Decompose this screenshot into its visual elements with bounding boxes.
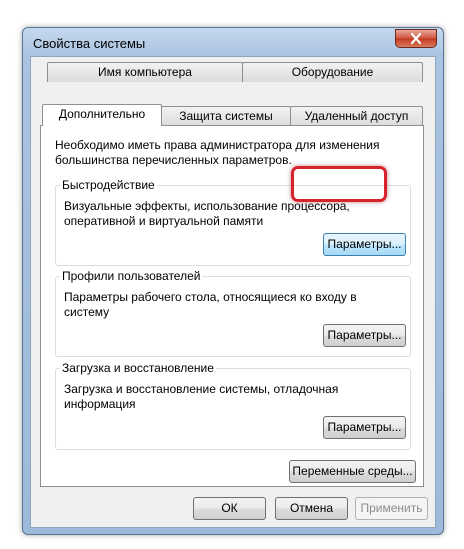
- ok-button[interactable]: ОК: [193, 497, 266, 520]
- advanced-tab-panel: Необходимо иметь права администратора дл…: [40, 125, 424, 487]
- close-button[interactable]: [395, 29, 437, 48]
- window-title: Свойства системы: [33, 36, 146, 51]
- tab-remote-access[interactable]: Удаленный доступ: [290, 106, 423, 126]
- startup-recovery-legend: Загрузка и восстановление: [60, 361, 216, 375]
- user-profiles-group: Профили пользователей Параметры рабочего…: [55, 269, 411, 357]
- startup-recovery-group: Загрузка и восстановление Загрузка и вос…: [55, 361, 411, 450]
- tab-system-protection[interactable]: Защита системы: [161, 106, 291, 126]
- tab-computer-name[interactable]: Имя компьютера: [47, 62, 243, 82]
- admin-rights-note: Необходимо иметь права администратора дл…: [55, 138, 380, 167]
- performance-legend: Быстродействие: [60, 178, 157, 192]
- tab-hardware[interactable]: Оборудование: [242, 62, 423, 82]
- performance-settings-button[interactable]: Параметры...: [323, 233, 406, 256]
- apply-button[interactable]: Применить: [355, 497, 428, 520]
- system-properties-window: Свойства системы Имя компьютера Оборудов…: [22, 27, 444, 535]
- dialog-client-area: Имя компьютера Оборудование Дополнительн…: [30, 56, 436, 528]
- user-profiles-settings-button[interactable]: Параметры...: [323, 324, 406, 347]
- performance-group: Быстродействие Визуальные эффекты, испол…: [55, 178, 411, 266]
- environment-variables-button[interactable]: Переменные среды...: [289, 460, 416, 483]
- performance-description: Визуальные эффекты, использование процес…: [64, 199, 350, 228]
- user-profiles-description: Параметры рабочего стола, относящиеся ко…: [64, 290, 357, 319]
- tab-advanced[interactable]: Дополнительно: [42, 104, 162, 126]
- user-profiles-legend: Профили пользователей: [60, 269, 203, 283]
- startup-recovery-settings-button[interactable]: Параметры...: [323, 416, 406, 439]
- cancel-button[interactable]: Отмена: [275, 497, 348, 520]
- close-icon: [410, 33, 422, 44]
- startup-recovery-description: Загрузка и восстановление системы, отлад…: [64, 382, 339, 411]
